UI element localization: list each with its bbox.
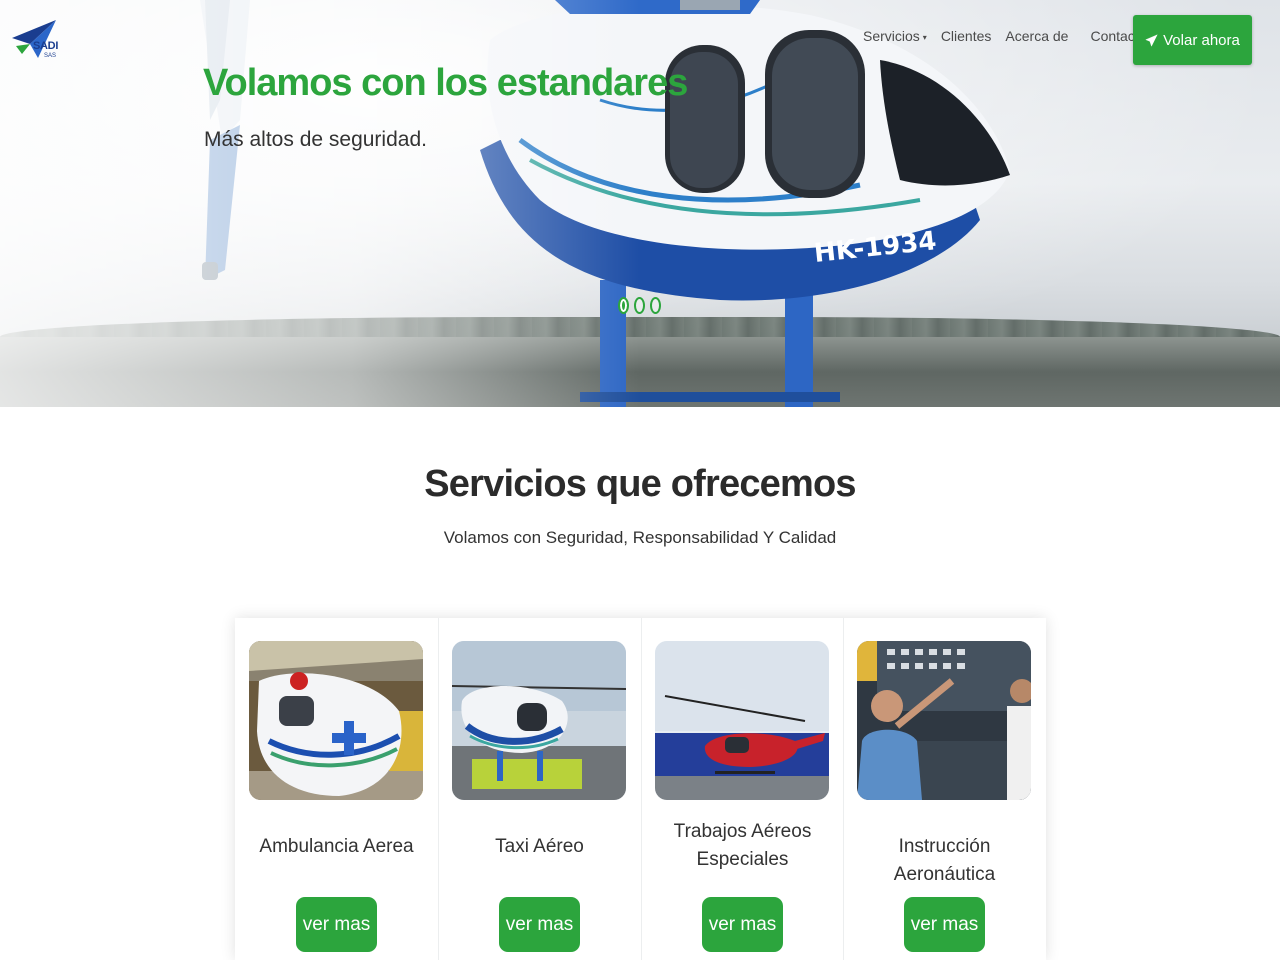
special-works-helicopter-image (655, 641, 829, 800)
service-card-label: Taxi Aéreo (495, 836, 584, 857)
chevron-down-icon: ▾ (922, 32, 927, 42)
nav-item-label: Acerca de (1005, 28, 1069, 44)
carousel-dot-3[interactable] (650, 297, 661, 314)
service-card-label: Ambulancia Aerea (259, 836, 414, 857)
service-card-label: Instrucción Aeronáutica (893, 836, 996, 885)
ver-mas-button[interactable]: ver mas (904, 897, 985, 952)
nav-item-servicios[interactable]: Servicios ▾ (856, 28, 934, 44)
nav-item-clientes[interactable]: Clientes (934, 28, 999, 44)
main-nav: Servicios ▾ Clientes Acerca de Contacto (856, 28, 1154, 44)
logo-subtext: SAS (44, 53, 57, 59)
ver-mas-button[interactable]: ver mas (702, 897, 783, 952)
services-cards: Ambulancia Aerea ver mas Taxi Aéreo ver … (235, 618, 1046, 960)
nav-item-label: Clientes (940, 28, 992, 44)
service-card-ambulancia: Ambulancia Aerea ver mas (235, 618, 438, 960)
carousel-dot-2[interactable] (634, 297, 645, 314)
cta-label: Volar ahora (1163, 31, 1240, 49)
taxi-helicopter-image (452, 641, 626, 800)
cockpit-instruction-image (857, 641, 1031, 800)
nav-item-acerca[interactable]: Acerca de (998, 28, 1075, 44)
service-card-taxi: Taxi Aéreo ver mas (438, 618, 641, 960)
hero-carousel: HK-1934 SADI SAS Servicios ▾ Clientes Ace… (0, 0, 1280, 407)
carousel-indicators (618, 297, 661, 314)
paper-plane-icon (1145, 33, 1158, 47)
hero-title: Volamos con los estandares (203, 62, 688, 104)
service-card-trabajos: Trabajos Aéreos Especiales ver mas (641, 618, 844, 960)
ambulance-helicopter-image (249, 641, 423, 800)
service-card-instruccion: Instrucción Aeronáutica ver mas (843, 618, 1046, 960)
volar-ahora-button[interactable]: Volar ahora (1133, 15, 1252, 65)
ver-mas-button[interactable]: ver mas (499, 897, 580, 952)
logo-text: SADI (33, 40, 59, 52)
service-card-label: Trabajos Aéreos Especiales (673, 821, 812, 870)
services-title: Servicios que ofrecemos (424, 463, 856, 505)
carousel-dot-1[interactable] (618, 297, 629, 314)
services-subtitle: Volamos con Seguridad, Responsabilidad Y… (443, 528, 837, 547)
hero-subtitle: Más altos de seguridad. (204, 128, 427, 151)
nav-item-label: Servicios (863, 28, 920, 44)
ver-mas-button[interactable]: ver mas (296, 897, 377, 952)
